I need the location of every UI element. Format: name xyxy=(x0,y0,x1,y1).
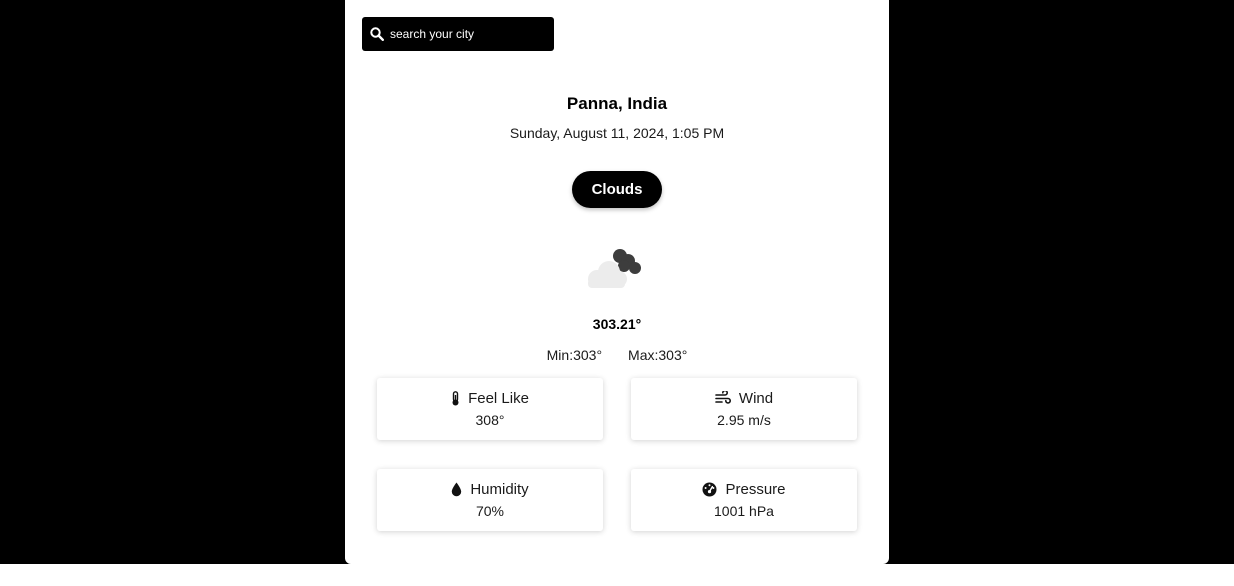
wind-label: Wind xyxy=(738,389,774,407)
feel-like-value: 308° xyxy=(475,412,505,428)
search-icon[interactable] xyxy=(370,27,384,41)
pressure-value: 1001 hPa xyxy=(714,503,774,519)
humidity-label: Humidity xyxy=(470,480,529,498)
clouds-icon xyxy=(583,242,653,292)
gauge-icon xyxy=(702,482,717,497)
pressure-card: Pressure 1001 hPa xyxy=(631,469,857,531)
min-max-temperature: Min:303° Max:303° xyxy=(345,347,889,363)
wind-card: Wind 2.95 m/s xyxy=(631,378,857,440)
wind-icon xyxy=(715,391,731,405)
feel-like-card: Feel Like 308° xyxy=(377,378,603,440)
date-time: Sunday, August 11, 2024, 1:05 PM xyxy=(509,125,725,141)
page-footer-strip xyxy=(0,564,1234,586)
min-temperature: Min:303° xyxy=(546,347,603,363)
search-bar[interactable] xyxy=(362,17,554,51)
weather-card: Panna, India Sunday, August 11, 2024, 1:… xyxy=(345,0,889,564)
weather-condition-badge: Clouds xyxy=(572,171,662,208)
thermometer-icon xyxy=(451,390,460,406)
wind-value: 2.95 m/s xyxy=(717,412,771,428)
temperature: 303.21° xyxy=(592,316,642,332)
pressure-label: Pressure xyxy=(725,480,786,498)
humidity-value: 70% xyxy=(475,503,505,519)
humidity-card: Humidity 70% xyxy=(377,469,603,531)
city-name: Panna, India xyxy=(566,94,668,113)
feel-like-label: Feel Like xyxy=(468,389,529,407)
search-input[interactable] xyxy=(390,27,540,41)
droplet-icon xyxy=(451,482,462,497)
max-temperature: Max:303° xyxy=(628,347,688,363)
